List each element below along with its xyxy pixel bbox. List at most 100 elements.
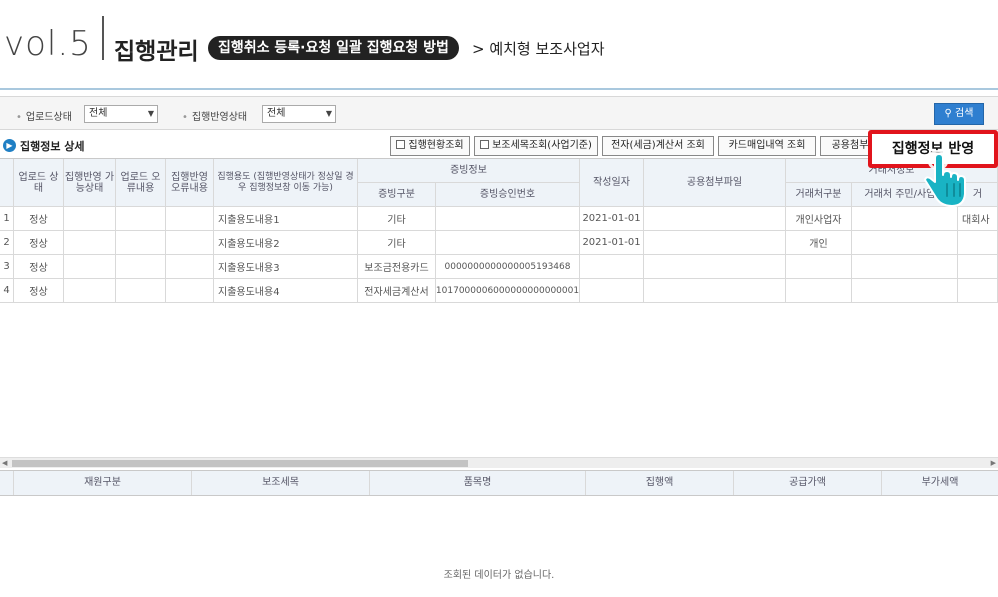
- upload-status-header: 업로드 상태: [14, 159, 64, 207]
- fund-type-header: 재원구분: [14, 471, 192, 495]
- partner-type-cell: 개인: [786, 231, 852, 255]
- partner-type-cell: 개인사업자: [786, 207, 852, 231]
- banner-subtitle: > 예치형 보조사업자: [472, 40, 605, 58]
- apply-status-label: • 집행반영상태: [182, 112, 248, 123]
- upload-error-cell: [116, 279, 166, 303]
- upload-status-cell: 정상: [14, 231, 64, 255]
- date-cell: 2021-01-01: [580, 231, 644, 255]
- upload-status-label: • 업로드상태: [16, 112, 72, 123]
- partner-id-cell: [852, 207, 958, 231]
- bullet-icon: •: [182, 112, 188, 123]
- upload-status-cell: 정상: [14, 255, 64, 279]
- search-button[interactable]: ⚲ 검색: [934, 103, 984, 125]
- evidence-no-header: 증빙승인번호: [436, 183, 580, 207]
- exec-amount-header: 집행액: [586, 471, 734, 495]
- apply-status-select[interactable]: 전체 ▼: [262, 105, 336, 123]
- apply-error-cell: [166, 255, 214, 279]
- upload-error-cell: [116, 231, 166, 255]
- row-number: 3: [0, 255, 14, 279]
- supply-amount-header: 공급가액: [734, 471, 882, 495]
- partner-name-cell: [958, 231, 998, 255]
- partner-name-cell: 대회사: [958, 207, 998, 231]
- row-number-header: [0, 159, 14, 207]
- purpose-cell[interactable]: 지출용도내용3: [214, 255, 358, 279]
- apply-error-cell: [166, 279, 214, 303]
- apply-possible-cell: [64, 207, 116, 231]
- chevron-down-icon: ▼: [325, 109, 332, 118]
- banner-topic-pill: 집행취소 등록·요청 일괄 집행요청 방법: [208, 36, 459, 60]
- attach-cell: [644, 231, 786, 255]
- date-cell: 2021-01-01: [580, 207, 644, 231]
- upload-status-cell: 정상: [14, 207, 64, 231]
- partner-id-cell: [852, 231, 958, 255]
- partner-type-cell: [786, 279, 852, 303]
- grid-icon: [396, 140, 406, 149]
- banner-title: 집행관리: [114, 39, 199, 65]
- attach-header: 공용첨부파일: [644, 159, 786, 207]
- evidence-type-cell: 전자세금계산서: [358, 279, 436, 303]
- apply-possible-cell: [64, 279, 116, 303]
- evidence-no-cell: [436, 231, 580, 255]
- banner-divider: [102, 16, 104, 60]
- date-header: 작성일자: [580, 159, 644, 207]
- evidence-type-cell: 기타: [358, 207, 436, 231]
- upload-error-header: 업로드 오류내용: [116, 159, 166, 207]
- date-cell: [580, 279, 644, 303]
- purpose-cell[interactable]: 지출용도내용4: [214, 279, 358, 303]
- detail-grid-header: 재원구분 보조세목 품목명 집행액 공급가액 부가세액: [0, 470, 998, 496]
- top-divider: [0, 88, 998, 90]
- evidence-no-cell: 1017000006000000000000001: [436, 279, 580, 303]
- evidence-type-header: 증빙구분: [358, 183, 436, 207]
- partner-id-cell: [852, 279, 958, 303]
- empty-message: 조회된 데이터가 없습니다.: [443, 570, 555, 581]
- section-title: 집행정보 상세: [20, 140, 85, 153]
- pointer-hand-icon: [924, 150, 966, 207]
- apply-possible-cell: [64, 231, 116, 255]
- horizontal-scrollbar[interactable]: ◀ ▶: [0, 457, 998, 468]
- evidence-header: 증빙정보: [358, 159, 580, 183]
- apply-error-cell: [166, 207, 214, 231]
- upload-status-select[interactable]: 전체 ▼: [84, 105, 158, 123]
- upload-error-cell: [116, 255, 166, 279]
- exec-detail-grid: 업로드 상태 집행반영 가능상태 업로드 오류내용 집행반영 오류내용 집행용도…: [0, 158, 998, 395]
- chevron-right-icon: ▶: [3, 139, 16, 152]
- partner-name-cell: [958, 255, 998, 279]
- scrollbar-thumb[interactable]: [12, 460, 468, 467]
- row-number: 2: [0, 231, 14, 255]
- upload-error-cell: [116, 207, 166, 231]
- evidence-no-cell: [436, 207, 580, 231]
- date-cell: [580, 255, 644, 279]
- volume-label: vol.5: [4, 24, 92, 64]
- vat-amount-header: 부가세액: [921, 477, 959, 488]
- einvoice-lookup-button[interactable]: 전자(세금)계산서 조회: [602, 136, 714, 156]
- upload-status-cell: 정상: [14, 279, 64, 303]
- search-icon: ⚲: [944, 108, 952, 119]
- subitem-lookup-button[interactable]: 보조세목조회(사업기준): [474, 136, 598, 156]
- exec-status-button[interactable]: 집행현황조회: [390, 136, 470, 156]
- card-purchase-button[interactable]: 카드매입내역 조회: [718, 136, 816, 156]
- bullet-icon: •: [16, 112, 22, 123]
- subitem-header: 보조세목: [192, 471, 370, 495]
- scroll-left-icon[interactable]: ◀: [2, 458, 7, 469]
- attach-cell: [644, 279, 786, 303]
- filter-bar: • 업로드상태 전체 ▼ • 집행반영상태 전체 ▼ ⚲ 검색: [0, 96, 998, 130]
- evidence-type-cell: 기타: [358, 231, 436, 255]
- partner-name-cell: [958, 279, 998, 303]
- partner-type-cell: [786, 255, 852, 279]
- apply-error-cell: [166, 231, 214, 255]
- section-header: ▶ 집행정보 상세 집행현황조회 보조세목조회(사업기준) 전자(세금)계산서 …: [0, 132, 998, 158]
- evidence-no-cell: 0000000000000005193468: [436, 255, 580, 279]
- purpose-cell[interactable]: 지출용도내용1: [214, 207, 358, 231]
- apply-possible-header: 집행반영 가능상태: [64, 159, 116, 207]
- grid-icon: [480, 140, 490, 149]
- scroll-right-icon[interactable]: ▶: [991, 458, 996, 469]
- item-name-header: 품목명: [370, 471, 586, 495]
- partner-type-header: 거래처구분: [786, 183, 852, 207]
- apply-possible-cell: [64, 255, 116, 279]
- purpose-header: 집행용도 (집행반영상태가 정상일 경우 집행정보창 이동 가능): [214, 159, 358, 207]
- partner-id-cell: [852, 255, 958, 279]
- row-number: 1: [0, 207, 14, 231]
- title-banner: vol.5 집행관리 집행취소 등록·요청 일괄 집행요청 방법 > 예치형 보…: [0, 0, 998, 68]
- apply-error-header: 집행반영 오류내용: [166, 159, 214, 207]
- purpose-cell[interactable]: 지출용도내용2: [214, 231, 358, 255]
